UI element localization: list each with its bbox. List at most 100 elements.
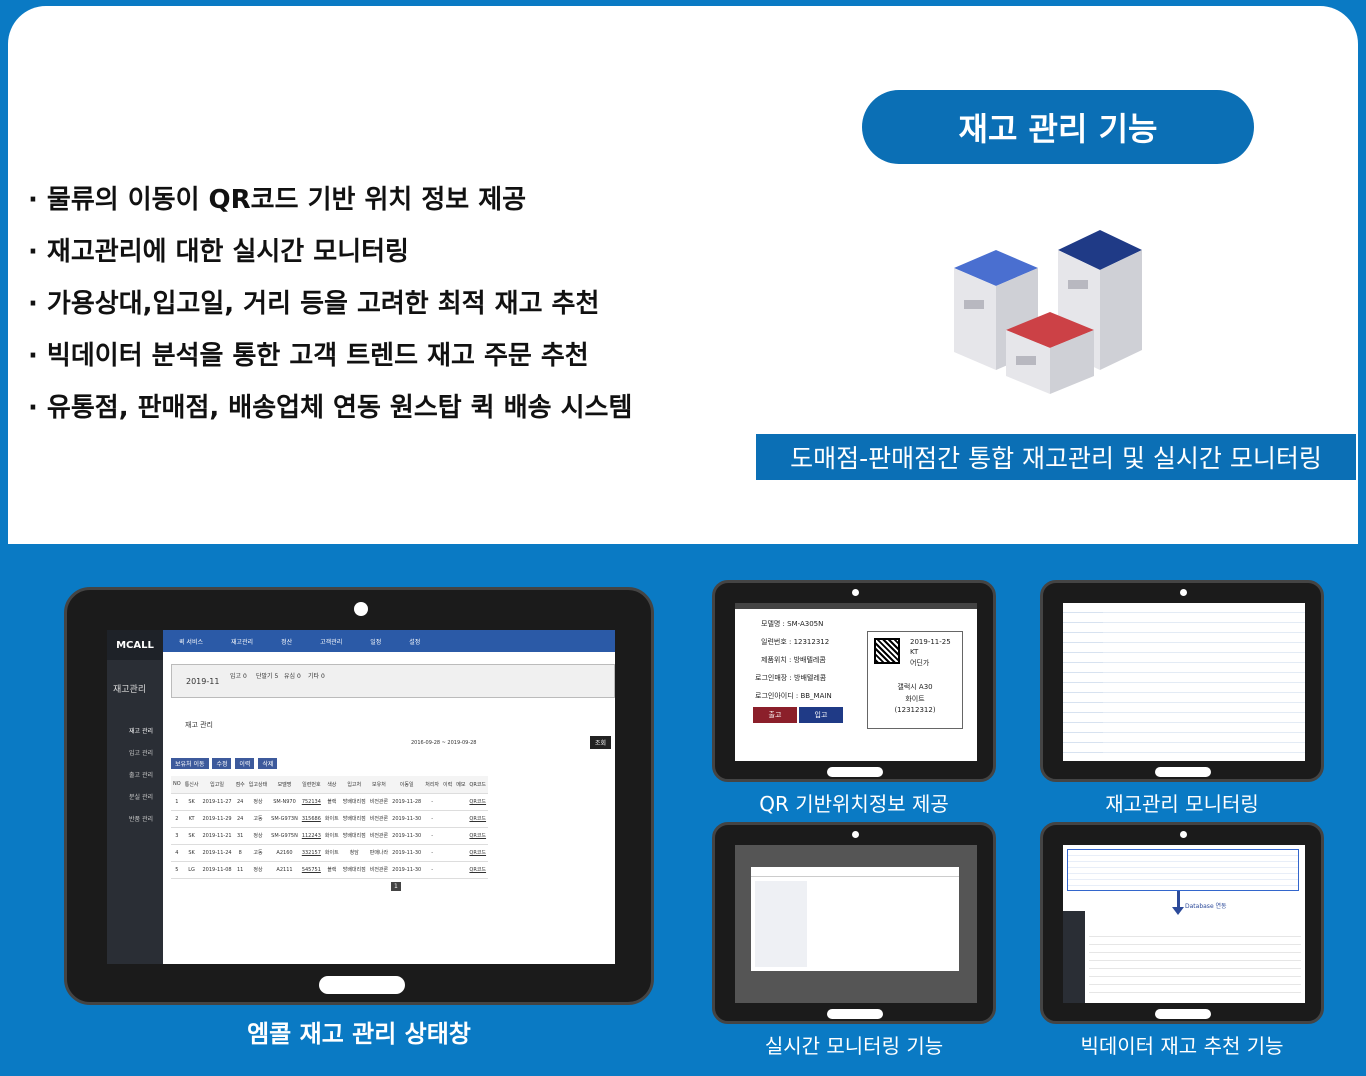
table-cell: 정상 [246, 861, 270, 879]
table-cell: SK [182, 827, 201, 845]
sidebar-item-return[interactable]: 반품 관리 [129, 814, 153, 823]
column-header[interactable]: 입고처 [340, 776, 368, 794]
table-cell: 3 [171, 827, 183, 845]
table-cell: - [423, 810, 442, 828]
nav-item[interactable]: 고객관리 [320, 637, 342, 646]
column-header[interactable]: 점수 [233, 776, 247, 794]
column-header[interactable]: 통신사 [182, 776, 201, 794]
column-header[interactable]: 일련번호 [299, 776, 323, 794]
column-header[interactable]: 처리자 [423, 776, 442, 794]
nav-item[interactable]: 설정 [409, 637, 420, 646]
camera-dot [852, 831, 859, 838]
table-cell: 비전관론 [367, 827, 391, 845]
history-popup [751, 867, 959, 971]
qr-serial: 일련번호 : 12312312 [761, 638, 830, 646]
column-header[interactable]: 메모 [454, 776, 468, 794]
qr-code-icon [874, 638, 900, 664]
table-cell[interactable]: QR코드 [467, 844, 489, 862]
table-cell: 5 [171, 861, 183, 879]
table-header: NO 통신사 입고일 점수 입고상태 모델명 일련번호 색상 입고처 보유처 이동일 처리자 이력 메모 Q… [171, 776, 489, 794]
column-header[interactable]: NO [171, 776, 183, 794]
date-range[interactable]: 2016-09-28 ~ 2019-09-28 [411, 740, 476, 746]
nav-item[interactable]: 퀵 서비스 [179, 637, 203, 646]
main-tablet: MCALL 퀵 서비스 재고관리 정산 고객관리 일정 설정 재고관리 재고 관… [64, 587, 654, 1005]
tag-carrier: KT [910, 648, 919, 656]
table-cell: 방배대리점 [340, 793, 368, 811]
table-cell: 545751 [299, 861, 323, 879]
table-cell: 2019-11-30 [390, 861, 424, 879]
table-row[interactable]: 3 SK 2019-11-21 31 정상 SM-G975N 112243 화이트 방배대리점 비… [171, 827, 489, 845]
feature-list: · 물류의 이동이 QR코드 기반 위치 정보 제공 · 재고관리에 대한 실시… [28, 180, 632, 440]
home-button[interactable] [827, 1009, 883, 1019]
search-button[interactable]: 조회 [589, 736, 611, 749]
table-cell: 31 [233, 827, 247, 845]
down-arrow-head-icon [1172, 907, 1184, 915]
table-cell: LG [182, 861, 201, 879]
table-cell: SM-N970 [269, 793, 300, 811]
delete-button[interactable]: 삭제 [258, 758, 278, 769]
feature-item: · 가용상대,입고일, 거리 등을 고려한 최적 재고 추천 [28, 289, 600, 319]
table-cell[interactable]: QR코드 [467, 793, 489, 811]
table-cell [454, 827, 468, 845]
history-button[interactable]: 이력 [235, 758, 255, 769]
column-header[interactable]: 이동일 [390, 776, 424, 794]
table-cell: 비전관론 [367, 861, 391, 879]
home-button[interactable] [319, 976, 405, 994]
table-row[interactable]: 4 SK 2019-11-24 8 고동 A2160 332157 화이트 청담 판매나라 2019… [171, 844, 489, 862]
column-header[interactable]: QR코드 [467, 776, 489, 794]
table-row[interactable]: 5 LG 2019-11-08 11 정상 A2111 545751 블랙 방배대리점 비전관론 2… [171, 861, 489, 879]
column-header[interactable]: 이력 [441, 776, 455, 794]
move-button[interactable]: 보유처 이동 [171, 758, 209, 769]
nav-item[interactable]: 정산 [281, 637, 292, 646]
table-cell: 고동 [246, 844, 270, 862]
integration-caption: 도매점-판매점간 통합 재고관리 및 실시간 모니터링 [756, 434, 1356, 480]
column-header[interactable]: 색상 [322, 776, 341, 794]
table-row[interactable]: 1 SK 2019-11-27 24 정상 SM-N970 752134 블랙 방배대리점 비전관… [171, 793, 489, 811]
status-usim: 유심 0 [284, 673, 301, 680]
table-row[interactable]: 2 KT 2019-11-29 24 고동 SM-G973N 315686 화이트 방배대리점 비… [171, 810, 489, 828]
table-cell: 2019-11-27 [200, 793, 234, 811]
table-cell [454, 844, 468, 862]
bigdata-rows [1089, 929, 1301, 999]
column-header[interactable]: 입고상태 [246, 776, 270, 794]
table-cell [441, 810, 455, 828]
table-cell[interactable]: QR코드 [467, 861, 489, 879]
table-cell: 2019-11-08 [200, 861, 234, 879]
nav-item[interactable]: 일정 [370, 637, 381, 646]
sidebar-item-lost[interactable]: 분실 관리 [129, 792, 153, 801]
nav-item[interactable]: 재고관리 [231, 637, 253, 646]
table-cell: 블랙 [322, 793, 341, 811]
table-cell[interactable]: QR코드 [467, 827, 489, 845]
home-button[interactable] [827, 767, 883, 777]
table-cell: A2111 [269, 861, 300, 879]
pagination-page[interactable]: 1 [391, 882, 401, 891]
table-cell[interactable]: QR코드 [467, 810, 489, 828]
section-badge: 재고 관리 기능 [862, 90, 1254, 164]
column-header[interactable]: 입고일 [200, 776, 234, 794]
table-cell: SM-G975N [269, 827, 300, 845]
monitor-rows [1063, 603, 1103, 761]
table-cell: 2019-11-30 [390, 810, 424, 828]
edit-button[interactable]: 수정 [212, 758, 232, 769]
table-cell [441, 861, 455, 879]
inbound-button[interactable]: 입고 [799, 707, 843, 723]
table-cell: - [423, 827, 442, 845]
table-cell: 332157 [299, 844, 323, 862]
table-cell: 화이트 [322, 810, 341, 828]
table-cell: 2019-11-28 [390, 793, 424, 811]
camera-dot [1180, 589, 1187, 596]
main-tablet-screen: MCALL 퀵 서비스 재고관리 정산 고객관리 일정 설정 재고관리 재고 관… [107, 630, 615, 964]
table-cell: 315686 [299, 810, 323, 828]
column-header[interactable]: 보유처 [367, 776, 391, 794]
column-header[interactable]: 모델명 [269, 776, 300, 794]
home-button[interactable] [1155, 1009, 1211, 1019]
app-logo: MCALL [107, 630, 163, 660]
period-bar: 2019-11 입고 0 단말기 5 유심 0 기타 0 [171, 664, 615, 698]
tag-serial: (12312312) [894, 706, 936, 714]
home-button[interactable] [1155, 767, 1211, 777]
sidebar-item-outbound[interactable]: 출고 관리 [129, 770, 153, 779]
table-cell: 2019-11-30 [390, 844, 424, 862]
sidebar-item-inbound[interactable]: 입고 관리 [129, 748, 153, 757]
outbound-button[interactable]: 출고 [753, 707, 797, 723]
sidebar-item-stock[interactable]: 재고 관리 [129, 726, 153, 735]
